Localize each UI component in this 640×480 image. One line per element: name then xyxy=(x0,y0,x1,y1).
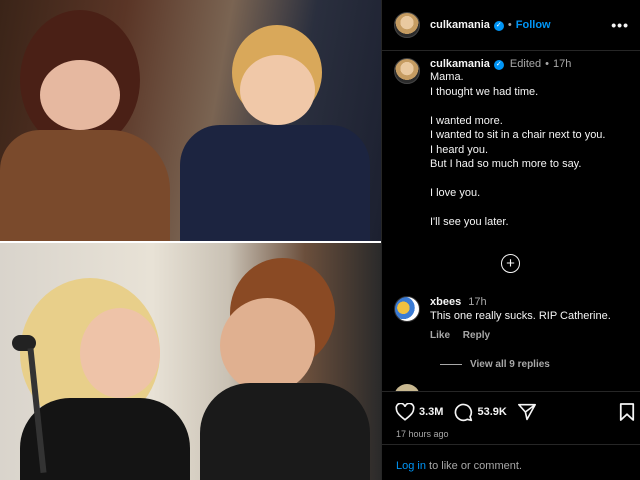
photo-face-woman xyxy=(40,60,120,130)
edited-label: Edited xyxy=(509,58,542,70)
caption-line-blank xyxy=(430,201,605,216)
photo-face-woman-bottom xyxy=(80,308,160,398)
post-actions-bar: 3.3M 53.9K 17 hours ago Log in to like o… xyxy=(382,391,640,480)
comments-count[interactable]: 53.9K xyxy=(477,406,506,418)
photo-face-boy xyxy=(240,55,315,125)
comment-item: xbees 17h This one really sucks. RIP Cat… xyxy=(394,296,634,341)
login-prompt-text: to like or comment. xyxy=(425,460,522,472)
verified-badge-icon xyxy=(493,60,504,70)
caption-text: Mama. I thought we had time. I wanted mo… xyxy=(430,70,605,230)
caption-line-blank xyxy=(430,172,605,187)
post-caption: culkamania Edited • 17h Mama. I thought … xyxy=(394,58,634,230)
comment-button[interactable] xyxy=(453,402,473,422)
photo-sweater xyxy=(180,125,370,243)
caption-line: I love you. xyxy=(430,187,481,199)
comment-bubble-icon xyxy=(455,403,473,422)
save-button[interactable] xyxy=(619,403,635,424)
author-avatar[interactable] xyxy=(394,12,420,38)
caption-line: I wanted more. xyxy=(430,114,503,127)
load-more-comments-icon[interactable]: + xyxy=(501,254,520,273)
heart-icon xyxy=(395,403,415,421)
view-replies-button[interactable]: View all 9 replies xyxy=(440,359,550,370)
commenter-avatar[interactable] xyxy=(394,296,420,322)
bookmark-icon xyxy=(619,403,635,421)
likes-count[interactable]: 3.3M xyxy=(419,406,443,418)
comment-time[interactable]: 17h xyxy=(468,296,486,308)
share-button[interactable] xyxy=(517,403,537,421)
replies-dash xyxy=(440,364,462,365)
like-button[interactable] xyxy=(395,403,415,421)
caption-avatar[interactable] xyxy=(394,58,420,84)
caption-line: But I had so much more to say. xyxy=(430,158,582,170)
comment-reply-button[interactable]: Reply xyxy=(463,330,490,341)
caption-time[interactable]: 17h xyxy=(553,58,571,70)
login-prompt: Log in to like or comment. xyxy=(382,444,640,480)
caption-separator: • xyxy=(545,58,549,70)
post-media xyxy=(0,0,381,480)
caption-line: I wanted to sit in a chair next to you. xyxy=(430,129,606,141)
caption-line: I'll see you later. xyxy=(430,216,509,228)
caption-line: I heard you. xyxy=(430,143,489,156)
post-header: culkamania • Follow ••• xyxy=(382,0,640,51)
follow-button[interactable]: Follow xyxy=(516,19,551,31)
photo-coat xyxy=(0,130,170,243)
verified-badge-icon xyxy=(493,21,504,31)
post-photo-top xyxy=(0,0,381,243)
share-paper-plane-icon xyxy=(517,403,536,421)
comment-text: This one really sucks. RIP Catherine. xyxy=(430,310,611,322)
view-replies-label: View all 9 replies xyxy=(470,359,550,370)
post-timestamp[interactable]: 17 hours ago xyxy=(396,429,449,439)
header-separator: • xyxy=(507,19,512,31)
caption-line-blank xyxy=(430,99,605,114)
caption-line: I thought we had time. xyxy=(430,85,539,98)
more-options-icon[interactable]: ••• xyxy=(611,17,629,33)
caption-line: Mama. xyxy=(430,71,464,83)
commenter-username[interactable]: xbees xyxy=(430,296,461,308)
photo-face-man xyxy=(220,298,315,393)
post-panel: culkamania • Follow ••• culkamania Edite… xyxy=(381,0,640,480)
comment-like-button[interactable]: Like xyxy=(430,330,450,341)
login-link[interactable]: Log in xyxy=(396,460,426,472)
photo-suit xyxy=(200,383,370,480)
author-username[interactable]: culkamania xyxy=(430,19,490,31)
caption-username[interactable]: culkamania xyxy=(430,58,490,70)
post-photo-bottom xyxy=(0,243,381,480)
